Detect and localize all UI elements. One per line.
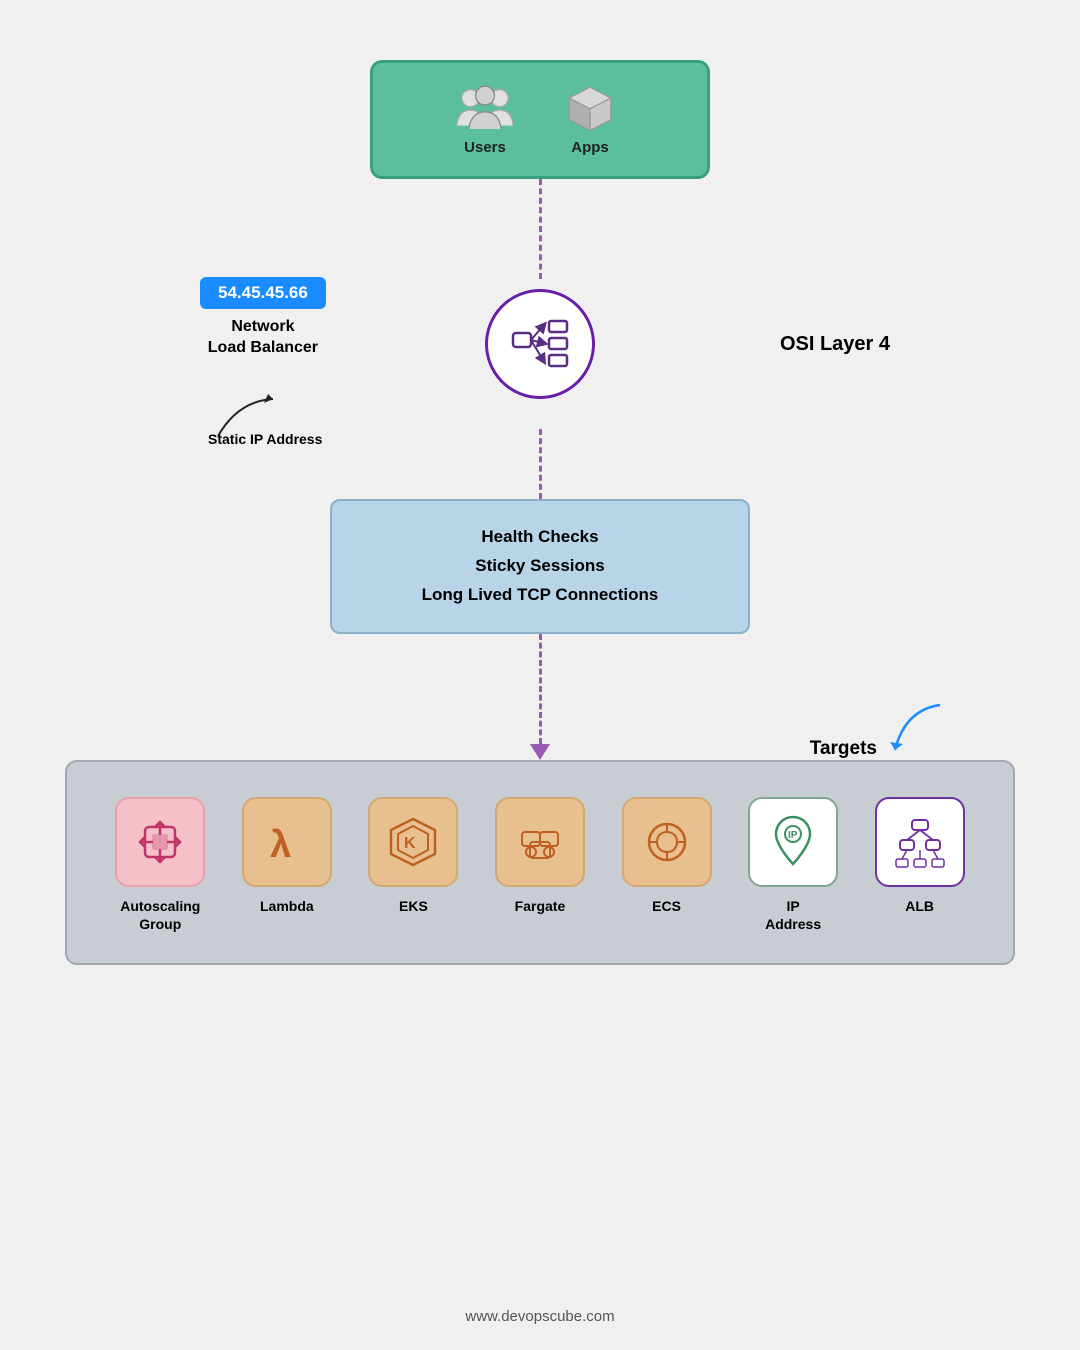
- apps-icon: [565, 83, 615, 133]
- feature-3: Long Lived TCP Connections: [422, 585, 659, 604]
- apps-label: Apps: [571, 139, 609, 156]
- nlb-ip-badge: 54.45.45.66: [200, 277, 326, 309]
- targets-label: Targets: [810, 738, 877, 760]
- diagram-container: Users Apps 54.45.45.66 Network Load Bal: [0, 0, 1080, 1350]
- eks-label: EKS: [399, 897, 428, 915]
- nlb-circle: [485, 289, 595, 399]
- ecs-label: ECS: [652, 897, 681, 915]
- fargate-icon: [512, 814, 568, 870]
- nlb-title: Network Load Balancer: [200, 317, 326, 359]
- users-item: Users: [455, 83, 515, 156]
- autoscaling-icon: [132, 814, 188, 870]
- target-alb: ALB: [875, 797, 965, 915]
- svg-text:K: K: [404, 835, 416, 852]
- alb-icon-box: [875, 797, 965, 887]
- lambda-label: Lambda: [260, 897, 314, 915]
- svg-text:IP: IP: [788, 830, 798, 841]
- autoscaling-label: AutoscalingGroup: [120, 897, 200, 933]
- ecs-icon-box: [622, 797, 712, 887]
- dotted-line-2: [539, 429, 542, 499]
- eks-icon-box: K: [368, 797, 458, 887]
- nlb-label-left: 54.45.45.66 Network Load Balancer: [200, 269, 326, 359]
- ip-icon: IP: [765, 812, 821, 872]
- feature-2: Sticky Sessions: [475, 556, 604, 575]
- ecs-icon: [639, 814, 695, 870]
- apps-item: Apps: [565, 83, 615, 156]
- down-arrow-triangle: [530, 744, 550, 760]
- target-lambda: λ Lambda: [242, 797, 332, 915]
- static-ip-annotation: Static IP Address: [208, 391, 322, 447]
- target-ecs: ECS: [622, 797, 712, 915]
- autoscaling-icon-box: [115, 797, 205, 887]
- dotted-line-3: [539, 634, 542, 744]
- features-box: Health Checks Sticky Sessions Long Lived…: [330, 499, 750, 634]
- footer-url: www.devopscube.com: [465, 1308, 614, 1325]
- ip-icon-box: IP: [748, 797, 838, 887]
- nlb-section: 54.45.45.66 Network Load Balancer: [40, 279, 1040, 409]
- nlb-routing-icon: [505, 309, 575, 379]
- target-fargate: Fargate: [495, 797, 585, 915]
- target-eks: K EKS: [368, 797, 458, 915]
- users-apps-box: Users Apps: [370, 60, 710, 179]
- feature-1: Health Checks: [481, 527, 598, 546]
- target-group-box: AutoscalingGroup λ Lambda: [65, 760, 1015, 965]
- nlb-label-right: OSI Layer 4: [780, 333, 890, 356]
- target-autoscaling: AutoscalingGroup: [115, 797, 205, 933]
- dotted-line-1: [539, 179, 542, 279]
- alb-icon: [892, 814, 948, 870]
- static-ip-label: Static IP Address: [208, 431, 322, 447]
- users-label: Users: [464, 139, 506, 156]
- users-icon: [455, 83, 515, 133]
- svg-text:λ: λ: [270, 824, 291, 866]
- lambda-icon-box: λ: [242, 797, 332, 887]
- eks-icon: K: [385, 814, 441, 870]
- targets-arrow: [885, 700, 955, 760]
- fargate-label: Fargate: [515, 897, 566, 915]
- targets-annotation: Targets: [810, 700, 955, 760]
- line1-wrapper: [539, 179, 542, 279]
- target-ip: IP IPAddress: [748, 797, 838, 933]
- line3-wrapper: [530, 634, 550, 760]
- line2-wrapper: [539, 429, 542, 499]
- fargate-icon-box: [495, 797, 585, 887]
- footer: www.devopscube.com: [465, 1308, 614, 1325]
- lambda-icon: λ: [260, 815, 314, 869]
- ip-label: IPAddress: [765, 897, 821, 933]
- alb-label: ALB: [905, 897, 934, 915]
- targets-section: Targets: [40, 760, 1040, 965]
